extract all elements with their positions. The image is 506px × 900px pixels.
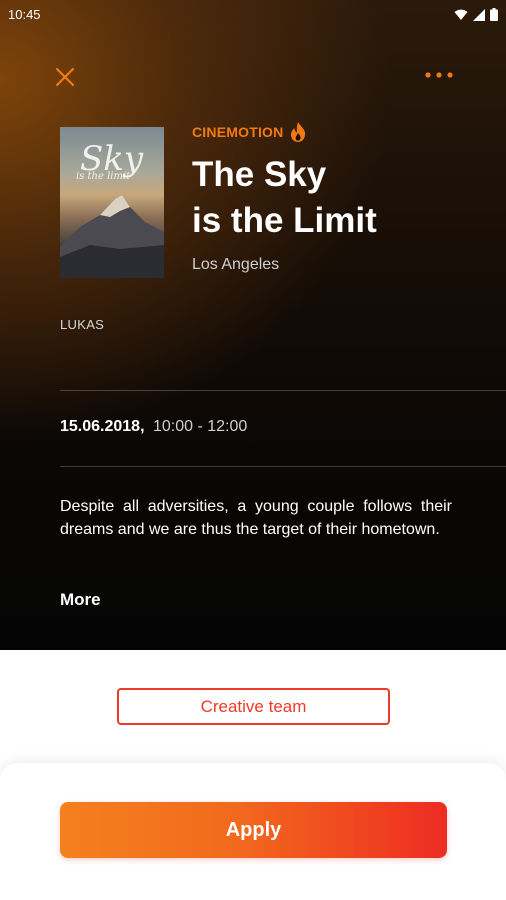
movie-poster: Sky is the limit	[60, 127, 164, 278]
apply-button[interactable]: Apply	[60, 802, 447, 858]
brand-row: CINEMOTION	[192, 121, 307, 143]
brand-label: CINEMOTION	[192, 124, 284, 140]
wifi-icon	[454, 9, 468, 20]
close-icon[interactable]	[52, 64, 78, 90]
divider-bottom	[60, 466, 506, 467]
event-hours: 10:00 - 12:00	[152, 418, 248, 435]
event-title: The Sky is the Limit	[192, 152, 482, 244]
status-icons	[454, 8, 498, 21]
flame-icon	[291, 122, 306, 142]
event-date: 15.06.2018,	[60, 418, 145, 435]
event-title-line2: is the Limit	[192, 201, 377, 240]
creative-team-button[interactable]: Creative team	[117, 688, 390, 725]
more-dots-icon[interactable]	[424, 68, 454, 82]
event-datetime: 15.06.2018, 10:00 - 12:00	[60, 418, 247, 436]
event-description: Despite all adversities, a young couple …	[60, 498, 452, 538]
event-location: Los Angeles	[192, 256, 280, 273]
poster-subtitle: is the limit	[76, 171, 131, 182]
signal-icon	[473, 8, 485, 21]
status-bar: 10:45	[0, 0, 506, 30]
event-author: LUKAS	[60, 317, 105, 332]
status-time: 10:45	[8, 7, 41, 22]
event-title-line1: The Sky	[192, 155, 327, 194]
divider-top	[60, 390, 506, 391]
more-link[interactable]: More	[60, 590, 101, 610]
battery-icon	[490, 8, 498, 21]
